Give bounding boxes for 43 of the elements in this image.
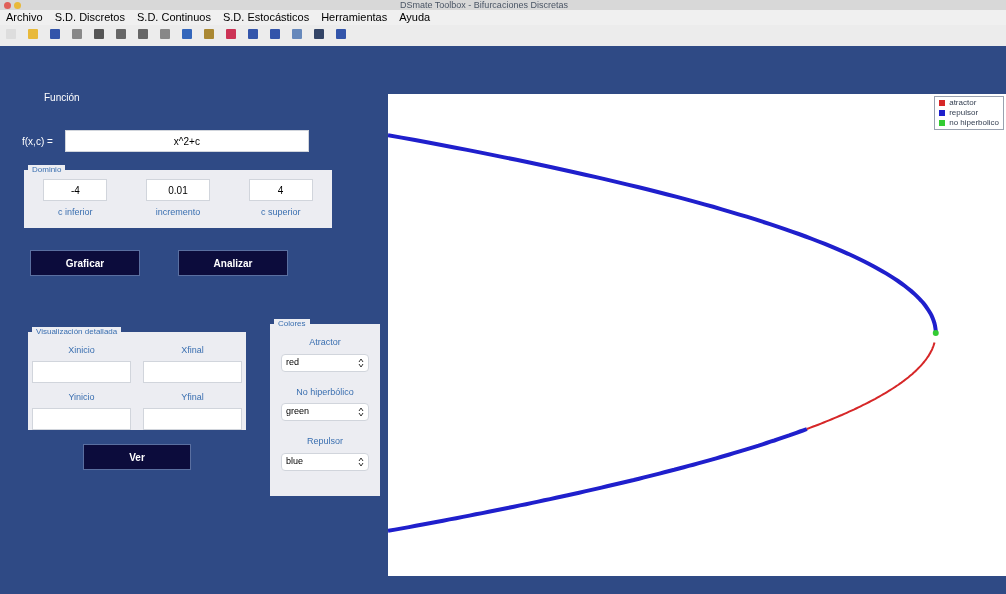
input-field[interactable]	[32, 407, 131, 430]
legend-label: atractor	[949, 98, 977, 108]
menu-item[interactable]: Herramientas	[321, 9, 388, 26]
number-field[interactable]: -4	[43, 179, 108, 201]
updown-caret-icon	[358, 357, 364, 368]
field-label: incremento	[155, 206, 201, 219]
legend-label: no hiperbolico	[949, 118, 999, 128]
updown-caret-icon	[358, 407, 364, 417]
number-field[interactable]: 0.01	[146, 179, 210, 201]
field-label: Yinicio	[68, 391, 95, 404]
menu-item[interactable]: Archivo	[6, 9, 43, 26]
select-label: No hiperbólico	[296, 385, 354, 399]
menu-item[interactable]: S.D. Discretos	[54, 9, 125, 26]
select-label: Repulsor	[307, 435, 343, 448]
function-field[interactable]: x^2+c	[64, 130, 309, 152]
field-label: Yfinal	[181, 391, 204, 404]
field-label: c superior	[260, 206, 301, 219]
input-field[interactable]	[32, 360, 131, 383]
field-label: Xfinal	[181, 344, 204, 357]
menu-item[interactable]: Ayuda	[399, 9, 431, 26]
action-button[interactable]: Graficar	[30, 250, 140, 276]
window-title: DSmate Toolbox - Bifurcaciones Discretas	[400, 0, 568, 10]
menu-item[interactable]: S.D. Continuos	[137, 9, 211, 26]
section-title: Función	[44, 91, 81, 105]
color-dropdown[interactable]: green	[281, 403, 369, 421]
input-field[interactable]	[143, 407, 242, 430]
panel-title: Dominio	[28, 165, 66, 175]
close-icon[interactable]	[4, 1, 11, 9]
panel-title: Visualización detallada	[32, 327, 122, 337]
view-button[interactable]: Ver	[83, 444, 191, 470]
field-label: c inferior	[58, 206, 93, 219]
select-label: Atractor	[309, 336, 341, 349]
color-dropdown[interactable]: blue	[281, 452, 369, 471]
color-dropdown[interactable]: red	[281, 353, 369, 372]
updown-caret-icon	[358, 456, 364, 467]
action-button[interactable]: Analizar	[178, 250, 288, 276]
menu-item[interactable]: S.D. Estocásticos	[222, 9, 310, 26]
legend-label: repulsor	[949, 108, 979, 118]
number-field[interactable]: 4	[248, 179, 313, 201]
function-label: f(x,c) =	[22, 134, 53, 149]
field-label: Xinicio	[68, 344, 95, 357]
input-field[interactable]	[143, 360, 242, 383]
panel-title: Colores	[274, 319, 310, 329]
